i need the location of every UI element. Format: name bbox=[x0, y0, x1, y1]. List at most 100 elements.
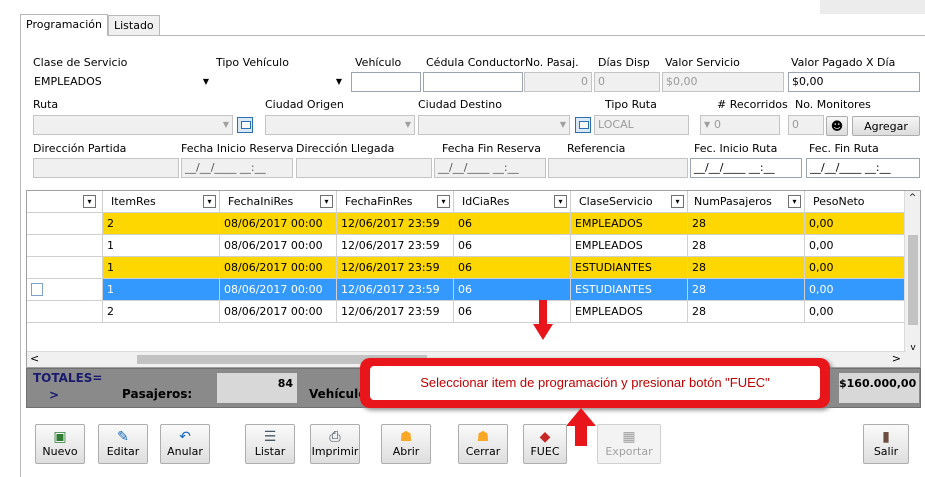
fuec-button[interactable]: ◆ FUEC bbox=[523, 424, 567, 464]
scroll-left-icon[interactable]: < bbox=[30, 352, 39, 366]
grid-header-fechafinres[interactable]: FechaFinRes ▾ bbox=[337, 191, 454, 213]
cell-idciares: 06 bbox=[454, 213, 571, 235]
scroll-down-icon[interactable]: v bbox=[905, 343, 920, 353]
exit-door-icon: ▮ bbox=[882, 429, 890, 445]
grid-header-itemres[interactable]: ItemRes ▾ bbox=[103, 191, 220, 213]
grid-header-numpasajeros[interactable]: NumPasajeros ▾ bbox=[688, 191, 805, 213]
clase-servicio-label: Clase de Servicio bbox=[33, 56, 128, 69]
direccion-partida-label: Dirección Partida bbox=[33, 142, 127, 155]
vehiculo-label: Vehículo bbox=[355, 56, 402, 69]
ciudad-destino-picker-icon[interactable] bbox=[575, 117, 591, 133]
dias-disp-label: Días Disp bbox=[598, 56, 650, 69]
lock-icon: ☗ bbox=[476, 429, 490, 445]
filter-icon[interactable]: ▾ bbox=[788, 195, 801, 208]
nuevo-button[interactable]: ▣ Nuevo bbox=[35, 424, 85, 464]
no-pasaj-label: No. Pasaj. bbox=[525, 56, 579, 69]
grid-header-fechainires[interactable]: FechaIniRes ▾ bbox=[220, 191, 337, 213]
cell-numpasajeros: 28 bbox=[688, 301, 805, 323]
fec-inicio-ruta-input[interactable]: __/__/____ __:__ bbox=[690, 158, 802, 178]
filter-icon[interactable]: ▾ bbox=[83, 195, 96, 208]
tipo-vehiculo-select[interactable]: ▼ bbox=[216, 72, 346, 92]
fecha-inicio-reserva-input: __/__/____ __:__ bbox=[181, 158, 293, 178]
tab-listado[interactable]: Listado bbox=[107, 15, 160, 35]
table-row[interactable]: 1 08/06/2017 00:00 12/06/2017 23:59 06 E… bbox=[27, 257, 920, 279]
table-row-selected[interactable]: 1 08/06/2017 00:00 12/06/2017 23:59 06 E… bbox=[27, 279, 920, 301]
cell-fechainires: 08/06/2017 00:00 bbox=[220, 301, 337, 323]
ciudad-destino-select: ▼ bbox=[418, 115, 570, 135]
ciudad-origen-label: Ciudad Origen bbox=[265, 98, 344, 111]
row-selector-icon[interactable] bbox=[31, 283, 43, 296]
filter-icon[interactable]: ▾ bbox=[203, 195, 216, 208]
grid-header-pesoneto[interactable]: PesoNeto bbox=[805, 191, 906, 213]
cerrar-button[interactable]: ☗ Cerrar bbox=[458, 424, 508, 464]
totals-label: TOTALES= bbox=[33, 371, 103, 385]
instruction-callout: Seleccionar item de programación y presi… bbox=[360, 358, 830, 408]
cell-claseservicio: EMPLEADOS bbox=[571, 301, 688, 323]
listar-button[interactable]: ☰ Listar bbox=[245, 424, 295, 464]
cell-claseservicio: ESTUDIANTES bbox=[571, 279, 688, 301]
cell-itemres: 1 bbox=[103, 257, 220, 279]
filter-icon[interactable]: ▾ bbox=[320, 195, 333, 208]
fec-fin-ruta-input[interactable]: __/__/____ __:__ bbox=[806, 158, 920, 178]
valor-pagado-input[interactable]: $0,00 bbox=[788, 72, 920, 92]
scroll-thumb[interactable] bbox=[908, 235, 918, 325]
referencia-input bbox=[548, 158, 688, 178]
row-indicator bbox=[27, 279, 103, 301]
grid-header-claseservicio[interactable]: ClaseServicio ▾ bbox=[571, 191, 688, 213]
fecha-fin-reserva-label: Fecha Fin Reserva bbox=[442, 142, 541, 155]
cell-fechainires: 08/06/2017 00:00 bbox=[220, 257, 337, 279]
table-row[interactable]: 2 08/06/2017 00:00 12/06/2017 23:59 06 E… bbox=[27, 213, 920, 235]
arrow-down-icon bbox=[533, 300, 553, 342]
fuec-icon: ◆ bbox=[539, 429, 551, 445]
cell-claseservicio: ESTUDIANTES bbox=[571, 257, 688, 279]
unlock-icon: ☗ bbox=[399, 429, 413, 445]
grid-header-indicator: ▾ bbox=[27, 191, 103, 213]
recorridos-input: 0 ▼ bbox=[700, 115, 780, 135]
grid-header-idciares[interactable]: IdCiaRes ▾ bbox=[454, 191, 571, 213]
cell-fechafinres: 12/06/2017 23:59 bbox=[337, 213, 454, 235]
user-icon[interactable]: ☻ bbox=[826, 116, 848, 136]
scroll-right-icon[interactable]: > bbox=[892, 352, 901, 366]
cell-itemres: 2 bbox=[103, 301, 220, 323]
table-row[interactable]: 1 08/06/2017 00:00 12/06/2017 23:59 06 E… bbox=[27, 235, 920, 257]
top-right-area bbox=[820, 0, 925, 14]
fecha-inicio-reserva-label: Fecha Inicio Reserva bbox=[181, 142, 294, 155]
valor-total: $160.000,00 bbox=[839, 373, 919, 403]
table-row[interactable]: 2 08/06/2017 00:00 12/06/2017 23:59 06 E… bbox=[27, 301, 920, 323]
fec-fin-ruta-label: Fec. Fin Ruta bbox=[809, 142, 879, 155]
cell-fechainires: 08/06/2017 00:00 bbox=[220, 279, 337, 301]
totals-arrow: > bbox=[49, 388, 60, 402]
anular-button[interactable]: ↶ Anular bbox=[160, 424, 210, 464]
imprimir-button[interactable]: ⎙ Imprimir bbox=[310, 424, 360, 464]
cell-itemres: 1 bbox=[103, 279, 220, 301]
filter-icon[interactable]: ▾ bbox=[671, 195, 684, 208]
cell-numpasajeros: 28 bbox=[688, 257, 805, 279]
reservations-grid[interactable]: ▾ ItemRes ▾ FechaIniRes ▾ FechaFinRes ▾ IdC… bbox=[26, 190, 921, 368]
instruction-text: Seleccionar item de programación y presi… bbox=[370, 366, 820, 400]
vertical-scrollbar[interactable]: ^ v bbox=[904, 191, 920, 367]
abrir-button[interactable]: ☗ Abrir bbox=[381, 424, 431, 464]
monitores-label: No. Monitores bbox=[795, 98, 871, 111]
scroll-up-icon[interactable]: ^ bbox=[905, 191, 920, 205]
ruta-select: ▼ bbox=[33, 115, 233, 135]
printer-icon: ⎙ bbox=[329, 429, 341, 445]
cedula-conductor-input[interactable] bbox=[423, 72, 523, 92]
ruta-picker-icon[interactable] bbox=[237, 117, 253, 133]
monitores-input: 0 bbox=[788, 115, 824, 135]
row-indicator bbox=[27, 301, 103, 323]
cell-fechafinres: 12/06/2017 23:59 bbox=[337, 235, 454, 257]
salir-button[interactable]: ▮ Salir bbox=[863, 424, 909, 464]
editar-button[interactable]: ✎ Editar bbox=[98, 424, 148, 464]
ciudad-origen-select: ▼ bbox=[265, 115, 415, 135]
filter-icon[interactable]: ▾ bbox=[554, 195, 567, 208]
filter-icon[interactable]: ▾ bbox=[437, 195, 450, 208]
pasajeros-label: Pasajeros: bbox=[122, 387, 193, 401]
tab-programacion[interactable]: Programación bbox=[20, 14, 108, 36]
cell-pesoneto: 0,00 bbox=[805, 301, 906, 323]
row-indicator bbox=[27, 235, 103, 257]
exportar-button[interactable]: ▦ Exportar bbox=[597, 424, 661, 464]
agregar-button[interactable]: Agregar bbox=[852, 116, 920, 136]
clase-servicio-select[interactable]: EMPLEADOS ▼ bbox=[33, 72, 213, 92]
vehiculo-input[interactable] bbox=[351, 72, 421, 92]
cell-pesoneto: 0,00 bbox=[805, 257, 906, 279]
